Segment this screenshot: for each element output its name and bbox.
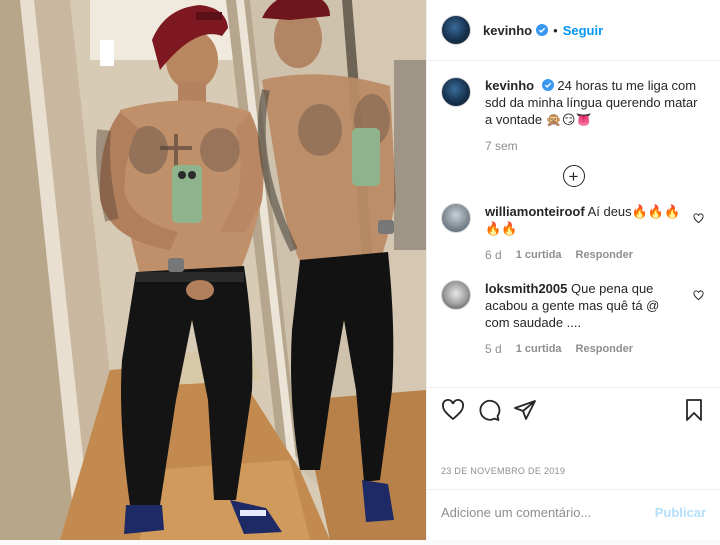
comment-like-icon[interactable]	[693, 290, 704, 301]
header-separator: •	[553, 22, 558, 38]
add-comment-bar: Publicar	[427, 489, 720, 534]
caption-time[interactable]: 7 sem	[485, 138, 518, 155]
post-header: kevinho • Seguir	[427, 0, 720, 61]
author-avatar[interactable]	[441, 15, 471, 45]
comment-likes[interactable]: 1 curtida	[516, 341, 562, 358]
speech-bubble-icon[interactable]	[477, 398, 501, 422]
comment-input[interactable]	[441, 504, 655, 520]
mirror-selfie-illustration	[0, 0, 426, 540]
post-side-panel: kevinho • Seguir kevinho 24 horas tu me …	[426, 0, 720, 540]
load-more-comments: +	[441, 165, 706, 187]
caption-avatar[interactable]	[441, 77, 471, 107]
heart-icon[interactable]	[441, 398, 465, 422]
caption: kevinho 24 horas tu me liga com sdd da m…	[441, 77, 706, 155]
paper-plane-icon[interactable]	[513, 398, 537, 422]
comment-likes[interactable]: 1 curtida	[516, 247, 562, 264]
post-photo[interactable]	[0, 0, 426, 540]
comment-time[interactable]: 5 d	[485, 341, 502, 358]
commenter-avatar[interactable]	[441, 280, 471, 310]
comment-time[interactable]: 6 d	[485, 247, 502, 264]
reply-button[interactable]: Responder	[576, 247, 633, 264]
comments-section[interactable]: kevinho 24 horas tu me liga com sdd da m…	[427, 61, 720, 387]
post-date[interactable]: 23 DE NOVEMBRO DE 2019	[441, 466, 565, 476]
comment-item: williamonteiroof Aí deus🔥🔥🔥🔥🔥 6 d 1 curt…	[441, 203, 706, 264]
comment-username[interactable]: loksmith2005	[485, 281, 567, 296]
publish-button[interactable]: Publicar	[655, 505, 706, 520]
caption-username[interactable]: kevinho	[485, 78, 534, 93]
author-username[interactable]: kevinho	[483, 23, 532, 38]
post-actions	[427, 387, 720, 432]
comment-username[interactable]: williamonteiroof	[485, 204, 585, 219]
load-more-button[interactable]: +	[562, 165, 585, 187]
commenter-avatar[interactable]	[441, 203, 471, 233]
verified-badge-icon	[536, 24, 549, 36]
comment-item: loksmith2005 Que pena que acabou a gente…	[441, 280, 706, 358]
post-dialog: kevinho • Seguir kevinho 24 horas tu me …	[0, 0, 720, 540]
comment-like-icon[interactable]	[693, 213, 704, 224]
reply-button[interactable]: Responder	[576, 341, 633, 358]
verified-badge-icon	[541, 79, 554, 91]
bookmark-icon[interactable]	[682, 398, 706, 422]
follow-button[interactable]: Seguir	[563, 23, 603, 38]
